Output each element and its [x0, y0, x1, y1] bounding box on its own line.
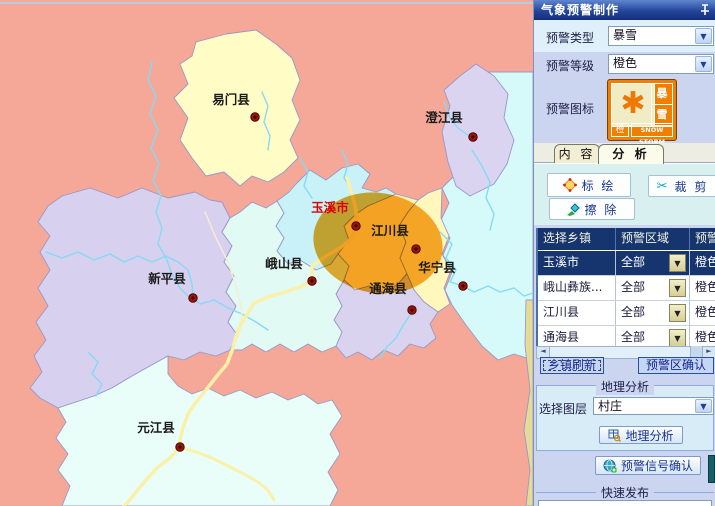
warning-icon-label: 预警图标: [546, 100, 594, 117]
table-cell: 预警区域: [616, 228, 690, 250]
county-label: 澄江县: [425, 110, 463, 125]
area-dropdown-button[interactable]: ▼: [669, 279, 686, 297]
table-cell[interactable]: 全部▼: [616, 276, 690, 300]
globe-icon: [603, 459, 617, 473]
table-cell[interactable]: 橙色: [690, 326, 715, 346]
county-label: 通海县: [369, 281, 407, 296]
county-label: 玉溪市: [311, 200, 349, 215]
table-row[interactable]: 通海县全部▼橙色: [538, 326, 715, 346]
table-row[interactable]: 玉溪市全部▼橙色: [538, 251, 715, 276]
map-canvas[interactable]: 易门县澄江县玉溪市江川县峨山县 华宁县新平县通海县元江县: [0, 0, 533, 506]
county-marker[interactable]: [251, 113, 259, 121]
area-dropdown-button[interactable]: ▼: [669, 304, 686, 322]
county-marker[interactable]: [352, 222, 360, 230]
county-marker[interactable]: [176, 443, 184, 451]
county-label: 峨山县: [265, 256, 303, 271]
county-marker[interactable]: [408, 306, 416, 314]
warning-level-select[interactable]: 橙色 ▼: [608, 54, 714, 74]
chevron-down-icon[interactable]: ▼: [695, 56, 712, 72]
table-cell[interactable]: 橙色: [690, 301, 715, 325]
partial-button-fragment[interactable]: [708, 455, 715, 483]
erase-button[interactable]: 擦 除: [549, 198, 635, 220]
confirm-signal-button[interactable]: 预警信号确认: [595, 456, 701, 475]
diamond-plot-icon: [563, 178, 577, 192]
county-label: 元江县: [137, 420, 175, 435]
table-cell[interactable]: 橙色: [690, 276, 715, 300]
crop-button[interactable]: ✂ 裁 剪: [648, 175, 715, 197]
layer-select[interactable]: 村庄 ▼: [593, 397, 714, 415]
eraser-icon: [566, 202, 580, 216]
county-label: 华宁县: [418, 260, 456, 275]
table-magnifier-icon: [608, 429, 621, 442]
area-dropdown-button[interactable]: ▼: [669, 329, 686, 346]
warning-icon-caption: SNOW STORM: [631, 123, 673, 137]
county-marker[interactable]: [459, 282, 467, 290]
table-cell[interactable]: 全部▼: [616, 251, 690, 275]
plot-button[interactable]: 标 绘: [547, 173, 631, 197]
level-badge: 橙: [611, 123, 629, 137]
quick-publish-input[interactable]: [538, 500, 712, 506]
table-row[interactable]: 江川县全部▼橙色: [538, 301, 715, 326]
table-cell: 预警等级: [690, 228, 715, 250]
scissors-icon: ✂: [657, 180, 670, 193]
geo-analysis-button[interactable]: 地理分析: [599, 426, 683, 444]
confirm-warning-area-button[interactable]: 预警区确认: [638, 357, 714, 374]
table-cell: 选择乡镇: [538, 228, 616, 250]
warning-type-select[interactable]: 暴雪 ▼: [608, 26, 714, 46]
county-label: 江川县: [371, 223, 409, 238]
tab-analysis[interactable]: 分 析: [598, 144, 664, 164]
pin-icon[interactable]: [698, 3, 712, 17]
warning-type-label: 预警类型: [546, 29, 594, 46]
warning-level-label: 预警等级: [546, 57, 594, 74]
quick-publish-title: 快速发布: [596, 484, 654, 501]
tab-strip: 内 容 分 析: [534, 143, 715, 163]
weather-warning-app: 易门县澄江县玉溪市江川县峨山县华宁县新平县通海县元江县 气象预警制作 预警类型 …: [0, 0, 715, 506]
county-marker[interactable]: [189, 294, 197, 302]
panel-titlebar: 气象预警制作: [534, 0, 715, 20]
table-cell[interactable]: 全部▼: [616, 326, 690, 346]
table-cell[interactable]: 通海县: [538, 326, 616, 346]
table-cell[interactable]: 橙色: [690, 251, 715, 275]
county-label: 易门县: [212, 92, 250, 107]
layer-select-label: 选择图层: [539, 400, 587, 417]
snowstorm-warning-icon: ✱ 暴 雪 橙 SNOW STORM: [607, 79, 677, 141]
panel-title: 气象预警制作: [541, 3, 619, 17]
analysis-toolbar: 标 绘 ✂ 裁 剪 擦 除: [534, 163, 715, 225]
map-top-border: [0, 2, 533, 4]
table-row[interactable]: 峨山彝族...全部▼橙色: [538, 276, 715, 301]
warning-panel: 气象预警制作 预警类型 暴雪 ▼ 预警等级 橙色 ▼ 预警图标 ✱ 暴 雪 橙: [533, 0, 715, 506]
tab-content[interactable]: 内 容: [554, 144, 600, 164]
table-header-row: 选择乡镇预警区域预警等级: [538, 228, 715, 251]
table-cell[interactable]: 峨山彝族...: [538, 276, 616, 300]
chevron-down-icon[interactable]: ▼: [695, 399, 712, 413]
chevron-down-icon[interactable]: ▼: [695, 28, 712, 44]
county-marker[interactable]: [412, 245, 420, 253]
table-hscrollbar[interactable]: ◄ ►: [536, 346, 715, 357]
geo-group-title: 地理分析: [596, 378, 654, 395]
township-table[interactable]: 选择乡镇预警区域预警等级玉溪市全部▼橙色峨山彝族...全部▼橙色江川县全部▼橙色…: [536, 228, 715, 346]
table-cell[interactable]: 江川县: [538, 301, 616, 325]
area-dropdown-button[interactable]: ▼: [669, 254, 686, 272]
county-marker[interactable]: [308, 277, 316, 285]
table-cell[interactable]: 玉溪市: [538, 251, 616, 275]
refresh-townships-button[interactable]: 乡镇刷新: [540, 357, 604, 374]
warning-icon-chars: 暴 雪: [651, 83, 673, 127]
county-marker[interactable]: [469, 133, 477, 141]
county-label: 新平县: [148, 271, 186, 286]
snowflake-icon: ✱: [611, 83, 655, 127]
table-cell[interactable]: 全部▼: [616, 301, 690, 325]
